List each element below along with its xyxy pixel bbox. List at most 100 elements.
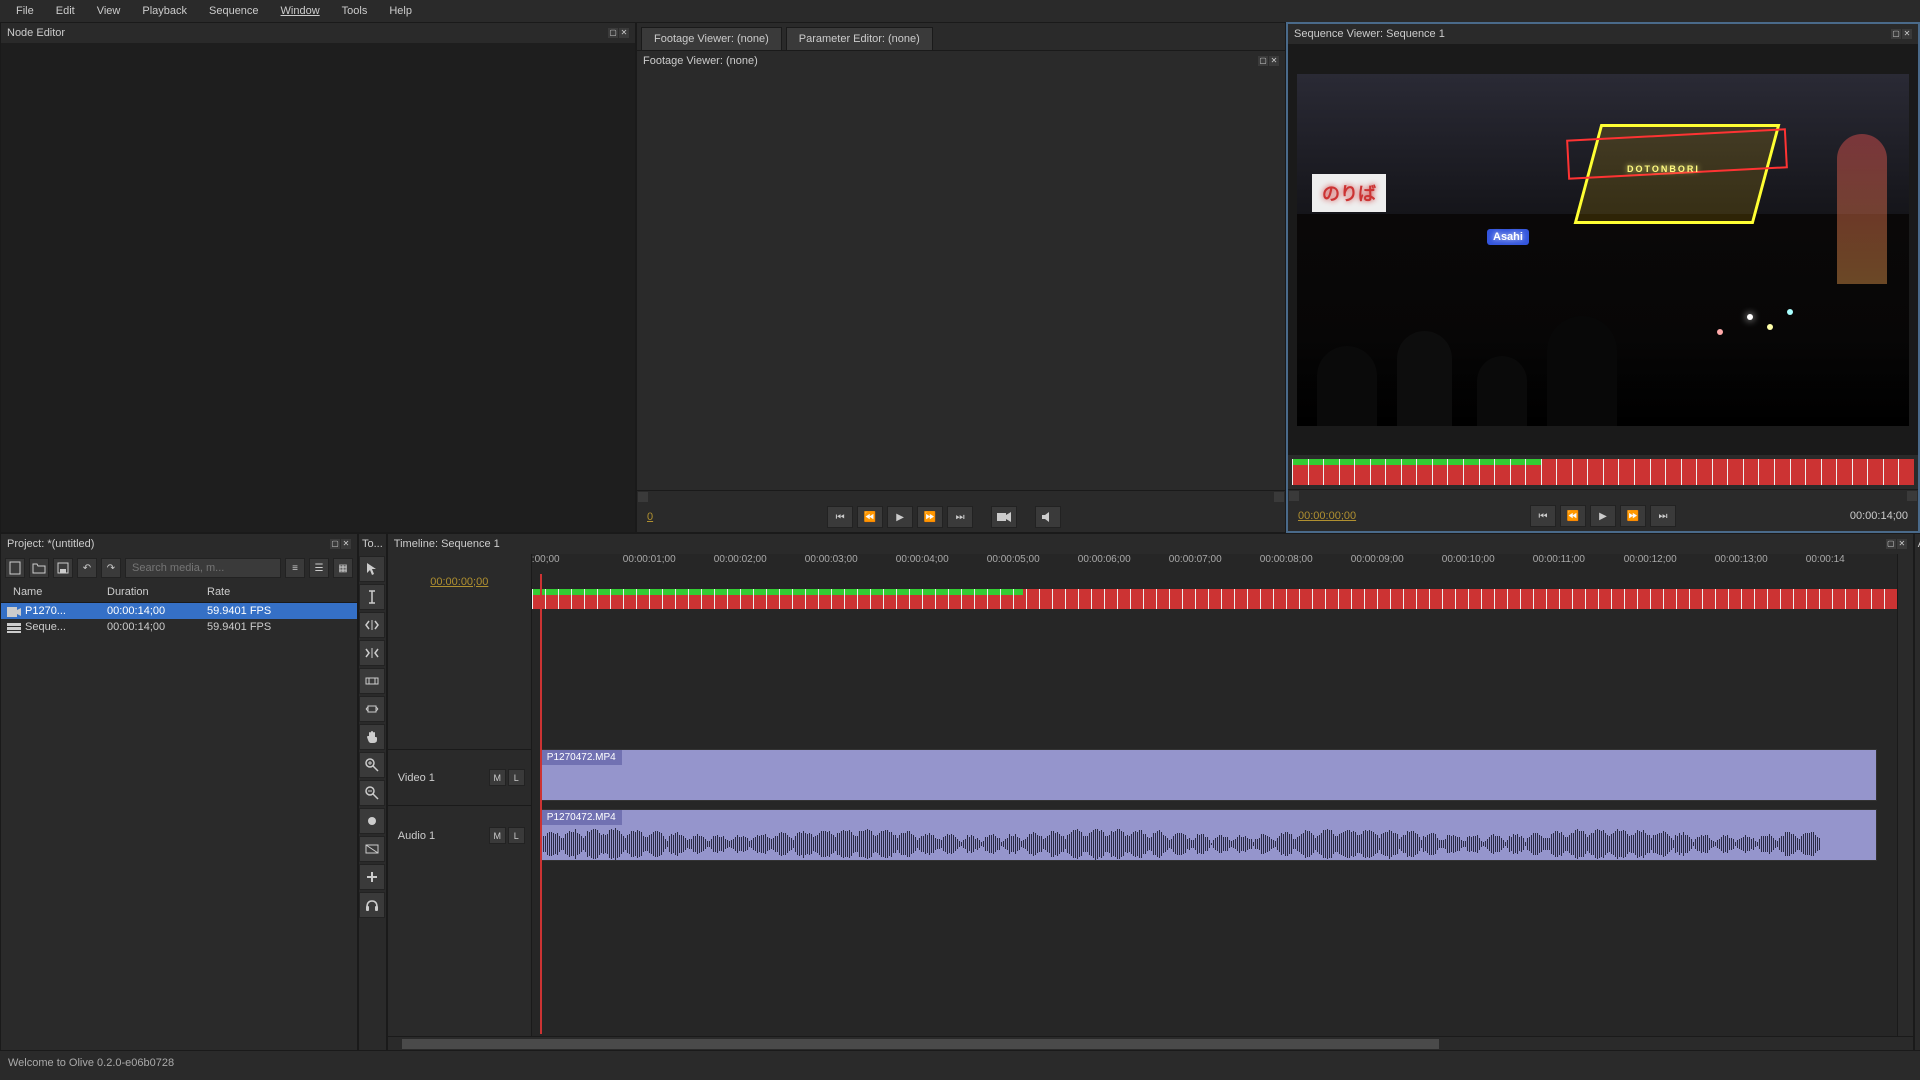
row-rate: 59.9401 FPS (207, 621, 351, 633)
panel-undock-icon[interactable]: ▢ (1886, 539, 1896, 549)
timeline-title: Timeline: Sequence 1 (394, 538, 500, 550)
panel-close-icon[interactable]: ✕ (341, 539, 351, 549)
transition-tool[interactable] (359, 836, 385, 862)
search-input[interactable] (125, 558, 281, 578)
timeline-tracks[interactable]: :00;0000:00:01;0000:00:02;0000:00:03;000… (532, 554, 1897, 1036)
slip-tool[interactable] (359, 668, 385, 694)
menu-playback[interactable]: Playback (132, 2, 197, 20)
panel-undock-icon[interactable]: ▢ (1891, 29, 1901, 39)
audio-track-label: Audio 1 (398, 830, 435, 842)
panel-close-icon[interactable]: ✕ (1897, 539, 1907, 549)
footage-timecode[interactable]: 0 (647, 511, 653, 523)
panel-undock-icon[interactable]: ▢ (330, 539, 340, 549)
ripple-tool[interactable] (359, 612, 385, 638)
pointer-tool[interactable] (359, 556, 385, 582)
hand-tool[interactable] (359, 724, 385, 750)
zoom-out-tool[interactable] (359, 780, 385, 806)
footage-viewer-canvas[interactable] (637, 71, 1285, 490)
slide-tool[interactable] (359, 696, 385, 722)
view-tree-icon[interactable]: ≡ (285, 558, 305, 578)
project-col-rate[interactable]: Rate (207, 586, 351, 598)
node-editor-panel: Node Editor ▢ ✕ (0, 22, 636, 533)
rolling-tool[interactable] (359, 640, 385, 666)
view-list-icon[interactable]: ☰ (309, 558, 329, 578)
sequence-icon (7, 623, 21, 633)
row-duration: 00:00:14;00 (107, 605, 207, 617)
audio-lock-button[interactable]: L (508, 827, 525, 844)
seq-step-forward-button[interactable]: ⏩ (1620, 505, 1646, 527)
menu-help[interactable]: Help (379, 2, 422, 20)
panel-close-icon[interactable]: ✕ (619, 28, 629, 38)
audio-clip[interactable]: P1270472.MP4 (540, 809, 1877, 861)
sequence-preview[interactable]: DOTONBORI Asahi のりば (1288, 44, 1918, 455)
menu-tools[interactable]: Tools (332, 2, 378, 20)
new-file-icon[interactable] (5, 558, 25, 578)
project-row[interactable]: P1270...00:00:14;0059.9401 FPS (1, 603, 357, 619)
video-clip-label: P1270472.MP4 (541, 750, 622, 765)
sequence-viewer-panel: Sequence Viewer: Sequence 1 ▢ ✕ DOTONBOR… (1286, 22, 1920, 533)
go-start-button[interactable]: ⏮ (827, 506, 853, 528)
sequence-ruler[interactable] (1292, 459, 1914, 485)
step-back-button[interactable]: ⏪ (857, 506, 883, 528)
footage-scrollbar[interactable] (637, 490, 1285, 502)
tools-title: To... (362, 538, 383, 550)
menu-view[interactable]: View (87, 2, 131, 20)
go-end-button[interactable]: ⏭ (947, 506, 973, 528)
undo-icon[interactable]: ↶ (77, 558, 97, 578)
audio-mute-button[interactable]: M (489, 827, 506, 844)
timeline-timecode[interactable]: 00:00:00;00 (430, 576, 488, 588)
menu-file[interactable]: File (6, 2, 44, 20)
sequence-timecode-left[interactable]: 00:00:00;00 (1298, 510, 1356, 522)
play-button[interactable]: ▶ (887, 506, 913, 528)
seq-go-end-button[interactable]: ⏭ (1650, 505, 1676, 527)
record-tool[interactable] (359, 808, 385, 834)
headphones-tool[interactable] (359, 892, 385, 918)
playhead[interactable] (540, 574, 542, 1034)
panel-undock-icon[interactable]: ▢ (1258, 56, 1268, 66)
timeline-vscroll[interactable] (1897, 554, 1913, 1036)
sequence-scrollbar[interactable] (1288, 489, 1918, 501)
panel-close-icon[interactable]: ✕ (1902, 29, 1912, 39)
node-editor-title: Node Editor (7, 27, 65, 39)
sequence-timecode-right: 00:00:14;00 (1850, 510, 1908, 522)
time-ruler[interactable]: :00;0000:00:01;0000:00:02;0000:00:03;000… (532, 554, 1897, 574)
open-folder-icon[interactable] (29, 558, 49, 578)
video-icon (7, 607, 21, 617)
tab-parameter-editor[interactable]: Parameter Editor: (none) (786, 27, 933, 50)
timeline-hscroll[interactable] (388, 1036, 1913, 1050)
video-mute-button[interactable]: M (489, 769, 506, 786)
video-track-header: Video 1 M L (388, 749, 531, 805)
zoom-in-tool[interactable] (359, 752, 385, 778)
project-col-duration[interactable]: Duration (107, 586, 207, 598)
menu-edit[interactable]: Edit (46, 2, 85, 20)
row-duration: 00:00:14;00 (107, 621, 207, 633)
view-grid-icon[interactable]: ▦ (333, 558, 353, 578)
tab-footage-viewer[interactable]: Footage Viewer: (none) (641, 27, 782, 50)
video-lock-button[interactable]: L (508, 769, 525, 786)
seq-go-start-button[interactable]: ⏮ (1530, 505, 1556, 527)
sign-noriba: のりば (1312, 174, 1386, 212)
project-table: P1270...00:00:14;0059.9401 FPSSeque...00… (1, 603, 357, 1050)
project-row[interactable]: Seque...00:00:14;0059.9401 FPS (1, 619, 357, 635)
project-title: Project: *(untitled) (7, 538, 94, 550)
center-panel: Footage Viewer: (none) Parameter Editor:… (636, 22, 1286, 533)
camera-button[interactable] (991, 506, 1017, 528)
project-col-name[interactable]: Name (7, 586, 107, 598)
video-clip[interactable]: P1270472.MP4 (540, 749, 1877, 801)
status-text: Welcome to Olive 0.2.0-e06b0728 (8, 1057, 174, 1069)
panel-close-icon[interactable]: ✕ (1269, 56, 1279, 66)
text-cursor-tool[interactable] (359, 584, 385, 610)
save-icon[interactable] (53, 558, 73, 578)
mute-button[interactable] (1035, 506, 1061, 528)
menu-window[interactable]: Window (271, 2, 330, 20)
redo-icon[interactable]: ↷ (101, 558, 121, 578)
step-forward-button[interactable]: ⏩ (917, 506, 943, 528)
panel-undock-icon[interactable]: ▢ (608, 28, 618, 38)
seq-play-button[interactable]: ▶ (1590, 505, 1616, 527)
node-editor-canvas[interactable] (1, 43, 635, 532)
sign-dotonbori: DOTONBORI (1627, 164, 1700, 174)
status-bar: Welcome to Olive 0.2.0-e06b0728 (0, 1051, 1920, 1075)
menu-sequence[interactable]: Sequence (199, 2, 269, 20)
seq-step-back-button[interactable]: ⏪ (1560, 505, 1586, 527)
add-tool[interactable] (359, 864, 385, 890)
